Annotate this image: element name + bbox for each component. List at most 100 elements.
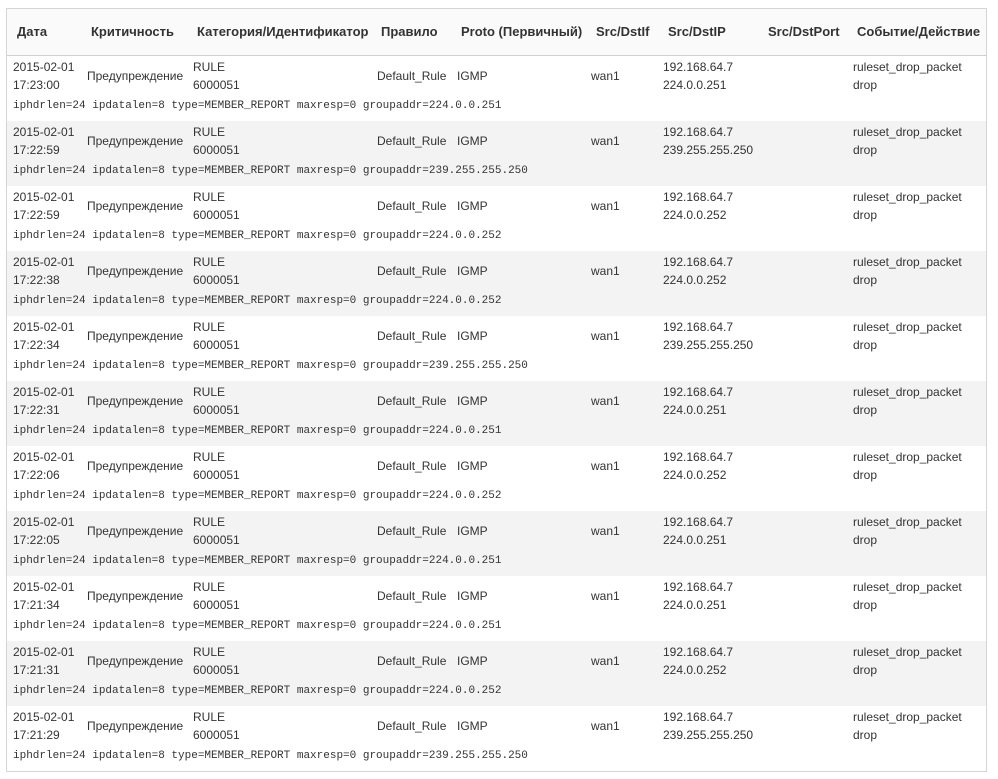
row-category: RULE [193, 60, 226, 74]
row-category: RULE [193, 580, 226, 594]
row-detail: iphdrlen=24 ipdatalen=8 type=MEMBER_REPO… [13, 620, 502, 632]
row-id: 6000051 [193, 533, 240, 547]
table-row[interactable]: 2015-02-01 17:22:06 Предупреждение RULE 6000… [7, 446, 986, 511]
row-interface: wan1 [591, 264, 620, 278]
row-date: 2015-02-01 [13, 60, 75, 74]
table-row[interactable]: 2015-02-01 17:22:59 Предупреждение RULE 6000… [7, 186, 986, 251]
row-date: 2015-02-01 [13, 125, 75, 139]
column-header-rule[interactable]: Правило [381, 9, 438, 55]
column-header-severity[interactable]: Критичность [91, 9, 174, 55]
column-header-date[interactable]: Дата [17, 9, 47, 55]
row-action: drop [853, 338, 878, 352]
row-dst-ip: 239.255.255.250 [663, 143, 754, 157]
column-header-port[interactable]: Src/DstPort [768, 9, 840, 55]
row-time: 17:22:06 [13, 468, 60, 482]
row-event: ruleset_drop_packet [853, 190, 962, 204]
row-event: ruleset_drop_packet [853, 450, 962, 464]
row-src-ip: 192.168.64.7 [663, 190, 734, 204]
row-id: 6000051 [193, 273, 240, 287]
row-action: drop [853, 533, 878, 547]
row-dst-ip: 224.0.0.252 [663, 663, 727, 677]
row-dst-ip: 224.0.0.251 [663, 598, 727, 612]
row-detail: iphdrlen=24 ipdatalen=8 type=MEMBER_REPO… [13, 165, 528, 177]
row-category: RULE [193, 320, 226, 334]
row-src-ip: 192.168.64.7 [663, 385, 734, 399]
row-severity: Предупреждение [87, 134, 184, 148]
row-time: 17:21:34 [13, 598, 60, 612]
row-interface: wan1 [591, 199, 620, 213]
table-row[interactable]: 2015-02-01 17:22:38 Предупреждение RULE 6000… [7, 251, 986, 316]
row-detail: iphdrlen=24 ipdatalen=8 type=MEMBER_REPO… [13, 750, 528, 762]
row-event: ruleset_drop_packet [853, 710, 962, 724]
row-category: RULE [193, 255, 226, 269]
row-rule: Default_Rule [377, 264, 447, 278]
row-id: 6000051 [193, 403, 240, 417]
row-src-ip: 192.168.64.7 [663, 450, 734, 464]
table-row[interactable]: 2015-02-01 17:22:59 Предупреждение RULE 6000… [7, 121, 986, 186]
row-time: 17:22:38 [13, 273, 60, 287]
row-severity: Предупреждение [87, 524, 184, 538]
row-id: 6000051 [193, 598, 240, 612]
row-category: RULE [193, 515, 226, 529]
row-time: 17:22:59 [13, 208, 60, 222]
row-event: ruleset_drop_packet [853, 255, 962, 269]
row-dst-ip: 224.0.0.251 [663, 78, 727, 92]
row-rule: Default_Rule [377, 459, 447, 473]
row-interface: wan1 [591, 329, 620, 343]
row-interface: wan1 [591, 69, 620, 83]
row-interface: wan1 [591, 589, 620, 603]
row-time: 17:22:31 [13, 403, 60, 417]
table-row[interactable]: 2015-02-01 17:22:05 Предупреждение RULE 6000… [7, 511, 986, 576]
row-interface: wan1 [591, 524, 620, 538]
row-interface: wan1 [591, 719, 620, 733]
row-category: RULE [193, 645, 226, 659]
row-detail: iphdrlen=24 ipdatalen=8 type=MEMBER_REPO… [13, 100, 502, 112]
table-row[interactable]: 2015-02-01 17:23:00 Предупреждение RULE 6000… [7, 56, 986, 121]
column-header-ip[interactable]: Src/DstIP [668, 9, 726, 55]
row-proto: IGMP [457, 524, 488, 538]
row-time: 17:21:29 [13, 728, 60, 742]
row-dst-ip: 224.0.0.251 [663, 533, 727, 547]
row-proto: IGMP [457, 134, 488, 148]
row-time: 17:22:59 [13, 143, 60, 157]
row-category: RULE [193, 385, 226, 399]
row-src-ip: 192.168.64.7 [663, 710, 734, 724]
row-rule: Default_Rule [377, 394, 447, 408]
row-severity: Предупреждение [87, 264, 184, 278]
row-src-ip: 192.168.64.7 [663, 320, 734, 334]
row-src-ip: 192.168.64.7 [663, 255, 734, 269]
row-id: 6000051 [193, 208, 240, 222]
row-src-ip: 192.168.64.7 [663, 580, 734, 594]
row-proto: IGMP [457, 459, 488, 473]
row-action: drop [853, 598, 878, 612]
row-rule: Default_Rule [377, 654, 447, 668]
row-date: 2015-02-01 [13, 255, 75, 269]
row-severity: Предупреждение [87, 69, 184, 83]
column-header-proto[interactable]: Proto (Первичный) [461, 9, 582, 55]
row-src-ip: 192.168.64.7 [663, 515, 734, 529]
row-action: drop [853, 273, 878, 287]
row-detail: iphdrlen=24 ipdatalen=8 type=MEMBER_REPO… [13, 555, 502, 567]
table-row[interactable]: 2015-02-01 17:21:31 Предупреждение RULE 6000… [7, 641, 986, 706]
row-rule: Default_Rule [377, 69, 447, 83]
table-row[interactable]: 2015-02-01 17:22:31 Предупреждение RULE 6000… [7, 381, 986, 446]
row-rule: Default_Rule [377, 524, 447, 538]
row-date: 2015-02-01 [13, 320, 75, 334]
table-row[interactable]: 2015-02-01 17:22:34 Предупреждение RULE 6000… [7, 316, 986, 381]
row-event: ruleset_drop_packet [853, 645, 962, 659]
row-dst-ip: 239.255.255.250 [663, 338, 754, 352]
row-proto: IGMP [457, 719, 488, 733]
row-severity: Предупреждение [87, 719, 184, 733]
table-row[interactable]: 2015-02-01 17:21:29 Предупреждение RULE 6000… [7, 706, 986, 771]
column-header-category[interactable]: Категория/Идентификатор [197, 9, 368, 55]
row-action: drop [853, 468, 878, 482]
row-action: drop [853, 728, 878, 742]
column-header-interface[interactable]: Src/DstIf [596, 9, 649, 55]
table-row[interactable]: 2015-02-01 17:21:34 Предупреждение RULE 6000… [7, 576, 986, 641]
row-interface: wan1 [591, 394, 620, 408]
row-date: 2015-02-01 [13, 190, 75, 204]
column-header-event[interactable]: Событие/Действие [857, 9, 980, 55]
row-detail: iphdrlen=24 ipdatalen=8 type=MEMBER_REPO… [13, 685, 502, 697]
row-id: 6000051 [193, 143, 240, 157]
row-rule: Default_Rule [377, 329, 447, 343]
